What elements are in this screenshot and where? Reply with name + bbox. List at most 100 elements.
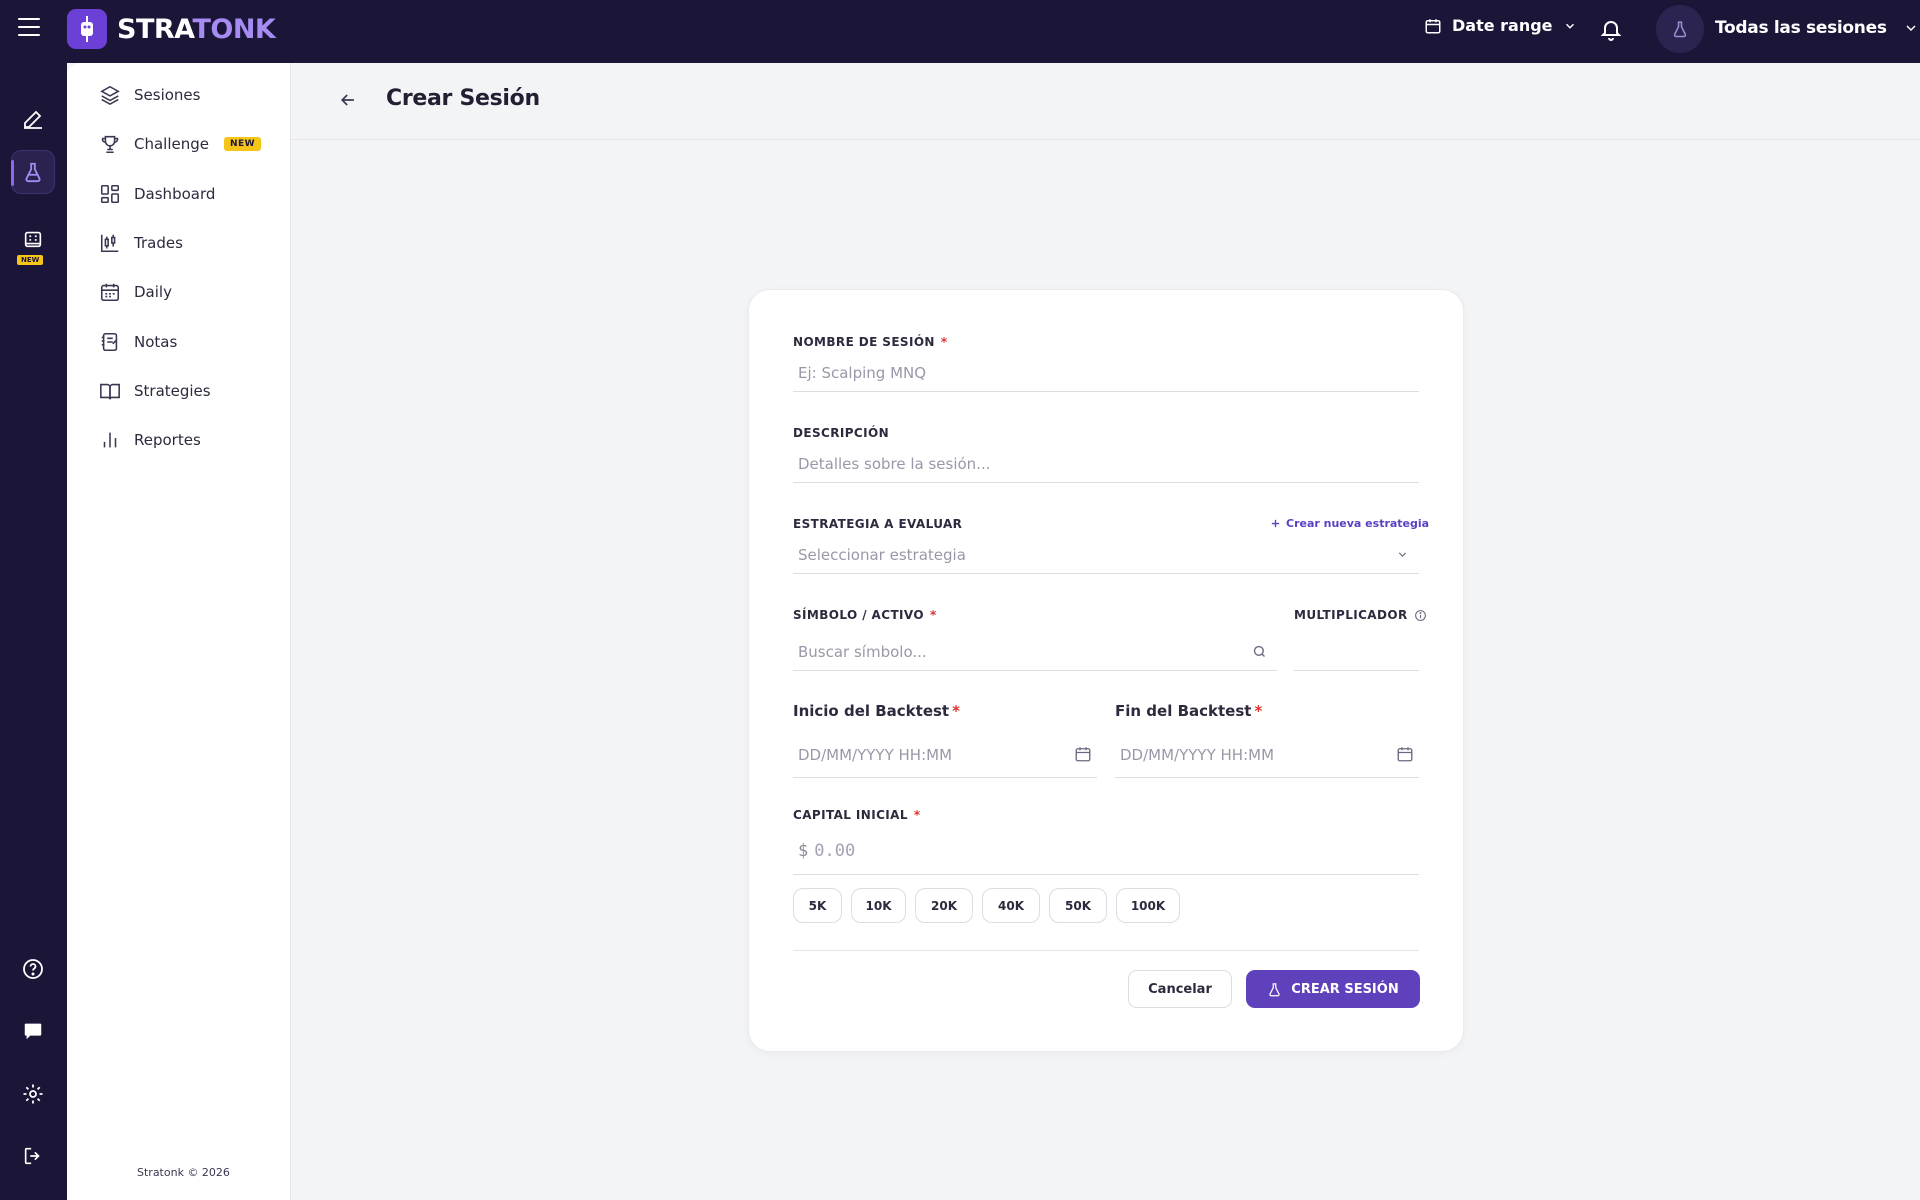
create-strategy-link[interactable]: Crear nueva estrategia bbox=[1270, 517, 1429, 530]
calendar-icon[interactable] bbox=[1074, 745, 1092, 763]
chat-button[interactable] bbox=[11, 1009, 55, 1053]
icon-rail: NEW bbox=[0, 63, 67, 1200]
flask-icon bbox=[1673, 21, 1687, 38]
calendar-icon bbox=[100, 283, 120, 302]
calendar-icon bbox=[1425, 18, 1441, 33]
required-marker: * bbox=[940, 335, 948, 349]
pencil-icon bbox=[24, 110, 42, 129]
form-divider bbox=[793, 950, 1419, 951]
arrow-left-icon bbox=[340, 94, 354, 106]
description-input[interactable]: Detalles sobre la sesión... bbox=[793, 445, 1419, 483]
required-marker: * bbox=[952, 702, 960, 720]
brand-logo[interactable]: STRATONK bbox=[67, 9, 276, 49]
start-date-label: Inicio del Backtest * bbox=[793, 702, 960, 720]
sidebar-item-daily[interactable]: Daily bbox=[99, 279, 172, 305]
date-range-label: Date range bbox=[1452, 16, 1553, 35]
sidebar-item-label: Sesiones bbox=[134, 86, 201, 104]
capital-placeholder: 0.00 bbox=[814, 840, 856, 861]
sidebar-item-label: Reportes bbox=[134, 431, 201, 449]
sidebar-item-label: Challenge bbox=[134, 135, 209, 153]
info-icon[interactable] bbox=[1414, 609, 1427, 622]
menu-icon[interactable] bbox=[18, 18, 40, 36]
session-name-input[interactable]: Ej: Scalping MNQ bbox=[793, 354, 1419, 392]
new-badge: NEW bbox=[224, 137, 262, 151]
date-range-button[interactable]: Date range bbox=[1424, 16, 1577, 35]
chevron-down-icon bbox=[1906, 25, 1916, 32]
multiplier-label: MULTIPLICADOR bbox=[1294, 608, 1427, 622]
sidebar-item-challenge[interactable]: Challenge NEW bbox=[99, 131, 262, 157]
strategy-label: ESTRATEGIA A EVALUAR bbox=[793, 517, 963, 531]
book-icon bbox=[100, 383, 120, 400]
preset-chip[interactable]: 50K bbox=[1049, 888, 1107, 923]
capital-presets: 5K 10K 20K 40K 50K 100K bbox=[793, 888, 1180, 923]
avatar[interactable] bbox=[1656, 5, 1704, 53]
flask-icon bbox=[25, 162, 41, 183]
sidebar-item-trades[interactable]: Trades bbox=[99, 230, 183, 256]
symbol-search-input[interactable]: Buscar símbolo... bbox=[793, 633, 1277, 671]
rail-journal-button[interactable] bbox=[11, 97, 55, 141]
page-header: Crear Sesión bbox=[291, 63, 1920, 140]
logout-button[interactable] bbox=[11, 1134, 55, 1178]
chat-icon bbox=[24, 1023, 42, 1040]
dashboard-icon bbox=[100, 184, 120, 204]
notifications-bell-icon[interactable] bbox=[1599, 16, 1623, 46]
symbol-label: SÍMBOLO / ACTIVO * bbox=[793, 608, 937, 622]
sidebar-item-dashboard[interactable]: Dashboard bbox=[99, 181, 215, 207]
logo-mark-icon bbox=[67, 9, 107, 49]
help-button[interactable] bbox=[11, 947, 55, 991]
help-icon bbox=[23, 959, 43, 979]
sidebar-item-notas[interactable]: Notas bbox=[99, 329, 177, 355]
capital-input[interactable]: $ 0.00 bbox=[793, 827, 1419, 875]
brand-name: STRATONK bbox=[117, 13, 276, 45]
sidebar-item-reportes[interactable]: Reportes bbox=[99, 427, 201, 453]
notes-icon bbox=[101, 332, 118, 352]
strategy-select[interactable]: Seleccionar estrategia bbox=[793, 536, 1419, 574]
end-date-input[interactable]: DD/MM/YYYY HH:MM bbox=[1115, 732, 1419, 778]
session-name-label: NOMBRE DE SESIÓN * bbox=[793, 335, 948, 349]
sidebar-item-label: Daily bbox=[134, 283, 172, 301]
sidebar-item-strategies[interactable]: Strategies bbox=[99, 378, 211, 404]
plus-icon bbox=[1271, 519, 1280, 528]
sidebar-item-sesiones[interactable]: Sesiones bbox=[99, 82, 200, 108]
start-date-input[interactable]: DD/MM/YYYY HH:MM bbox=[793, 732, 1097, 778]
preset-chip[interactable]: 5K bbox=[793, 888, 842, 923]
calendar-icon[interactable] bbox=[1396, 745, 1414, 763]
capital-label: CAPITAL INICIAL * bbox=[793, 808, 921, 822]
logout-icon bbox=[24, 1147, 40, 1165]
end-date-label: Fin del Backtest * bbox=[1115, 702, 1263, 720]
create-session-button[interactable]: CREAR SESIÓN bbox=[1246, 970, 1420, 1008]
rail-new-badge: NEW bbox=[17, 255, 44, 265]
gear-icon bbox=[23, 1084, 43, 1104]
chevron-down-icon bbox=[1565, 23, 1574, 29]
sidebar: Sesiones Challenge NEW Dashboard Trades … bbox=[67, 63, 291, 1200]
copyright: Stratonk © 2026 bbox=[137, 1166, 230, 1179]
back-button[interactable] bbox=[338, 90, 358, 114]
preset-chip[interactable]: 20K bbox=[915, 888, 973, 923]
settings-button[interactable] bbox=[11, 1072, 55, 1116]
preset-chip[interactable]: 40K bbox=[982, 888, 1040, 923]
sidebar-item-label: Trades bbox=[134, 234, 183, 252]
candlestick-icon bbox=[100, 234, 119, 253]
layers-icon bbox=[100, 85, 120, 106]
multiplier-input[interactable] bbox=[1294, 633, 1419, 671]
required-marker: * bbox=[929, 608, 937, 622]
preset-chip[interactable]: 100K bbox=[1116, 888, 1180, 923]
session-select-label: Todas las sesiones bbox=[1715, 18, 1887, 38]
sidebar-item-label: Strategies bbox=[134, 382, 211, 400]
sidebar-item-label: Dashboard bbox=[134, 185, 216, 203]
building-icon bbox=[24, 231, 42, 248]
trophy-icon bbox=[101, 135, 119, 154]
cancel-button[interactable]: Cancelar bbox=[1128, 970, 1232, 1008]
preset-chip[interactable]: 10K bbox=[851, 888, 906, 923]
sidebar-item-label: Notas bbox=[134, 333, 178, 351]
top-bar: STRATONK Date range Todas las sesiones bbox=[0, 0, 1920, 63]
currency-symbol: $ bbox=[798, 840, 809, 861]
chevron-down-icon bbox=[1398, 552, 1407, 557]
session-selector[interactable]: Todas las sesiones bbox=[1715, 18, 1919, 38]
page-title: Crear Sesión bbox=[386, 86, 540, 111]
required-marker: * bbox=[913, 808, 921, 822]
bar-chart-icon bbox=[103, 432, 117, 448]
create-session-form: NOMBRE DE SESIÓN * Ej: Scalping MNQ DESCR… bbox=[748, 289, 1464, 1052]
search-icon bbox=[1253, 645, 1265, 657]
rail-backtest-button[interactable] bbox=[11, 150, 55, 194]
